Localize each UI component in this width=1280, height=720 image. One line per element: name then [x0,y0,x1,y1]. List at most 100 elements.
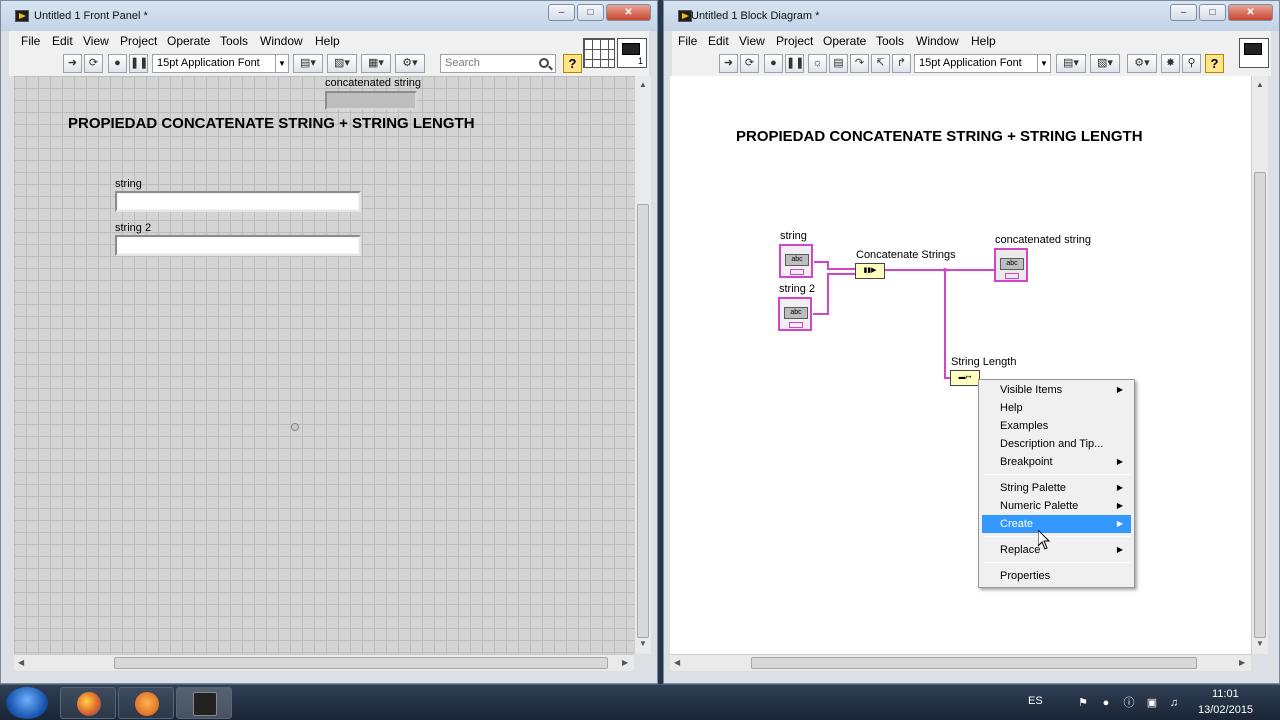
minimize-button[interactable]: – [548,4,575,21]
run-arrow-icon[interactable]: ➜ [719,54,738,73]
scroll-up-icon[interactable]: ▲ [1256,80,1264,89]
run-arrow-icon[interactable]: ➜ [63,54,82,73]
menu-edit[interactable]: Edit [52,34,73,48]
menu-item-replace[interactable]: Replace ▶ [982,541,1131,559]
menu-item-visible-items[interactable]: Visible Items ▶ [982,381,1131,399]
reorder-icon[interactable]: ⚙▾ [1127,54,1157,73]
menu-tools[interactable]: Tools [876,34,904,48]
search-icon[interactable]: ⚲ [1182,54,1201,73]
clock-time[interactable]: 11:01 [1212,688,1239,700]
align-objects-icon[interactable]: ▤▾ [1056,54,1086,73]
hscroll-thumb[interactable] [114,657,608,669]
menu-help[interactable]: Help [315,34,340,48]
taskbar-app-labview-start[interactable] [118,687,174,719]
menu-file[interactable]: File [21,34,40,48]
scroll-up-icon[interactable]: ▲ [639,80,647,89]
menu-file[interactable]: File [678,34,697,48]
block-diagram-canvas[interactable]: PROPIEDAD CONCATENATE STRING + STRING LE… [670,76,1251,654]
scroll-right-icon[interactable]: ▶ [1239,658,1245,667]
start-button[interactable] [6,687,48,719]
step-out-icon[interactable]: ↱ [892,54,911,73]
block-diagram-titlebar[interactable]: Untitled 1 Block Diagram * – □ ✕ [664,1,1279,31]
vscroll-thumb[interactable] [1254,172,1266,638]
font-selector[interactable]: 15pt Application Font ▼ [914,54,1051,73]
menu-item-create[interactable]: Create ▶ [982,515,1131,533]
menu-item-properties[interactable]: Properties [982,567,1131,585]
font-selector[interactable]: 15pt Application Font ▼ [152,54,289,73]
string2-terminal[interactable]: abc [778,297,812,331]
align-objects-icon[interactable]: ▤▾ [293,54,323,73]
menu-item-examples[interactable]: Examples [982,417,1131,435]
scroll-left-icon[interactable]: ◀ [18,658,24,667]
run-continuously-icon[interactable]: ⟳ [84,54,103,73]
highlight-execution-icon[interactable]: ☼ [808,54,827,73]
clock-date[interactable]: 13/02/2015 [1198,704,1253,716]
vi-icon[interactable] [1239,38,1269,68]
front-panel-canvas[interactable]: concatenated string PROPIEDAD CONCATENAT… [14,76,634,654]
maximize-button[interactable]: □ [1199,4,1226,21]
concatenated-string-indicator[interactable] [325,91,417,110]
menu-item-numeric-palette[interactable]: Numeric Palette ▶ [982,497,1131,515]
scroll-down-icon[interactable]: ▼ [1256,639,1264,648]
pause-icon[interactable]: ❚❚ [785,54,804,73]
display-icon[interactable]: ▣ [1145,696,1159,710]
menu-project[interactable]: Project [120,34,157,48]
menu-item-help[interactable]: Help [982,399,1131,417]
menu-help[interactable]: Help [971,34,996,48]
resize-objects-icon[interactable]: ▦▾ [361,54,391,73]
abort-icon[interactable]: ● [764,54,783,73]
menu-item-description-and-tip[interactable]: Description and Tip... [982,435,1131,453]
connector-pane-icon[interactable] [583,38,615,68]
menu-operate[interactable]: Operate [167,34,210,48]
vscroll-thumb[interactable] [637,204,649,638]
string2-wire[interactable] [813,273,856,315]
step-into-icon[interactable]: ↷ [850,54,869,73]
menu-view[interactable]: View [83,34,109,48]
volume-icon[interactable]: ♫ [1167,696,1181,710]
string-wire[interactable] [814,261,856,270]
block-diagram-vscrollbar[interactable]: ▲ ▼ [1251,76,1268,654]
menu-window[interactable]: Window [260,34,303,48]
close-button[interactable]: ✕ [1228,4,1273,21]
scroll-down-icon[interactable]: ▼ [639,639,647,648]
front-panel-titlebar[interactable]: Untitled 1 Front Panel * – □ ✕ [1,1,657,31]
menu-view[interactable]: View [739,34,765,48]
distribute-objects-icon[interactable]: ▧▾ [327,54,357,73]
string2-control[interactable] [115,235,361,256]
clean-up-diagram-icon[interactable]: ✸ [1161,54,1180,73]
distribute-objects-icon[interactable]: ▧▾ [1090,54,1120,73]
string-terminal[interactable]: abc [779,244,813,278]
run-continuously-icon[interactable]: ⟳ [740,54,759,73]
language-indicator[interactable]: ES [1028,695,1043,707]
menu-tools[interactable]: Tools [220,34,248,48]
vi-icon[interactable]: 1 [617,38,647,68]
hscroll-thumb[interactable] [751,657,1197,669]
context-help-icon[interactable]: ? [563,54,582,73]
info-icon[interactable]: ⓘ [1122,696,1136,710]
search-icon[interactable] [539,58,549,68]
minimize-button[interactable]: – [1170,4,1197,21]
concatenate-strings-node[interactable]: ▮▮▶ [855,263,885,279]
abort-icon[interactable]: ● [108,54,127,73]
maximize-button[interactable]: □ [577,4,604,21]
menu-operate[interactable]: Operate [823,34,866,48]
concatenated-string-terminal[interactable]: abc [994,248,1028,282]
search-input[interactable]: Search [440,54,556,73]
scroll-left-icon[interactable]: ◀ [674,658,680,667]
menu-edit[interactable]: Edit [708,34,729,48]
taskbar-app-labview-vi[interactable] [176,687,232,719]
menu-item-string-palette[interactable]: String Palette ▶ [982,479,1131,497]
front-panel-vscrollbar[interactable]: ▲ ▼ [634,76,651,654]
string-control[interactable] [115,191,361,212]
front-panel-hscrollbar[interactable]: ◀ ▶ [14,654,634,671]
menu-item-breakpoint[interactable]: Breakpoint ▶ [982,453,1131,471]
close-button[interactable]: ✕ [606,4,651,21]
step-over-icon[interactable]: ↸ [871,54,890,73]
network-icon[interactable]: ● [1099,696,1113,710]
scroll-right-icon[interactable]: ▶ [622,658,628,667]
menu-project[interactable]: Project [776,34,813,48]
retain-wire-values-icon[interactable]: ▤ [829,54,848,73]
string-length-node[interactable]: ▬↦ [950,370,980,386]
flag-icon[interactable]: ⚑ [1076,696,1090,710]
reorder-icon[interactable]: ⚙▾ [395,54,425,73]
